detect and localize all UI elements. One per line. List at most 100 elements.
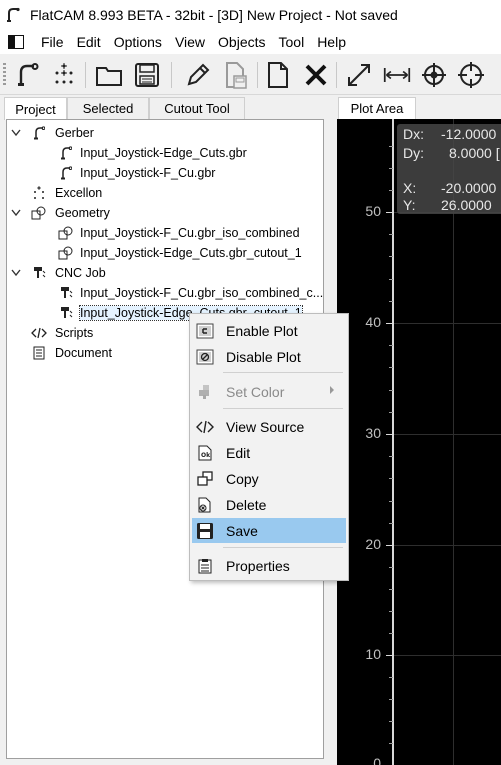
y-minor-tick	[389, 699, 393, 700]
target-icon[interactable]	[420, 61, 448, 89]
excellon-icon	[31, 185, 47, 201]
tab-selected[interactable]: Selected	[67, 97, 149, 119]
distance-icon[interactable]	[383, 61, 411, 89]
menu-item-label: Save	[226, 522, 258, 539]
pencil-icon[interactable]	[184, 61, 212, 89]
toolbar-separator	[85, 62, 86, 88]
menu-item-view-source[interactable]: View Source	[192, 414, 346, 439]
open-folder-icon[interactable]	[95, 61, 123, 89]
save-icon	[196, 522, 214, 540]
notebook-tabs: Project Selected Cutout Tool	[0, 97, 330, 120]
cnc-job-icon	[58, 285, 74, 301]
menu-file[interactable]: File	[41, 34, 64, 50]
menu-item-save[interactable]: Save	[192, 518, 346, 543]
y-minor-tick	[389, 301, 393, 302]
toolbar-separator	[257, 62, 258, 88]
menu-item-label: Enable Plot	[226, 322, 298, 339]
tree-label-document: Document	[55, 346, 112, 360]
tab-plot-area[interactable]: Plot Area	[338, 97, 416, 119]
y-tick-label: 50	[365, 203, 381, 219]
y-tick-label: 0	[373, 755, 381, 765]
y-minor-tick	[389, 390, 393, 391]
chevron-down-icon[interactable]	[10, 207, 22, 219]
tree-item-cncjob-iso[interactable]: Input_Joystick-F_Cu.gbr_iso_combined_c..…	[7, 283, 323, 303]
y-tick	[386, 434, 393, 435]
tree-item-gerber-edge-cuts[interactable]: Input_Joystick-Edge_Cuts.gbr	[7, 143, 323, 163]
excellon-icon[interactable]	[50, 61, 78, 89]
submenu-arrow-icon	[330, 386, 334, 394]
crosshair-icon[interactable]	[457, 61, 485, 89]
menu-edit[interactable]: Edit	[77, 34, 101, 50]
y-minor-tick	[389, 501, 393, 502]
chevron-down-icon[interactable]	[10, 267, 22, 279]
toolbar	[0, 55, 501, 95]
plot-canvas[interactable]: 50 40 30 20 10 0 Dx: -12.0000 Dy: 8.0000…	[337, 119, 501, 765]
coordinate-readout: Dx: -12.0000 Dy: 8.0000 [ X: -20.0000 Y:…	[397, 124, 501, 214]
menu-view[interactable]: View	[175, 34, 205, 50]
zoom-fit-icon[interactable]	[345, 61, 373, 89]
menu-tool[interactable]: Tool	[279, 34, 305, 50]
tree-label-gerber: Gerber	[55, 126, 94, 140]
dy-value: 8.0000 [	[449, 145, 500, 161]
menu-bar: File Edit Options View Objects Tool Help	[0, 30, 501, 54]
toolbar-grip[interactable]	[3, 63, 6, 87]
tree-group-excellon[interactable]: Excellon	[7, 183, 323, 203]
geometry-icon	[58, 245, 74, 261]
tree-item-geometry-iso[interactable]: Input_Joystick-F_Cu.gbr_iso_combined	[7, 223, 323, 243]
grid-line	[453, 119, 454, 765]
new-file-icon[interactable]	[264, 61, 292, 89]
menu-item-label: Edit	[226, 444, 251, 461]
context-menu: Enable Plot Disable Plot Set Color View …	[189, 313, 349, 581]
svg-text:Ok: Ok	[201, 452, 211, 459]
menu-help[interactable]: Help	[317, 34, 346, 50]
tree-group-geometry[interactable]: Geometry	[7, 203, 323, 223]
menu-item-edit[interactable]: Ok Edit	[192, 440, 346, 465]
y-minor-tick	[389, 611, 393, 612]
dx-label: Dx:	[403, 126, 424, 142]
tree-group-gerber[interactable]: Gerber	[7, 123, 323, 143]
document-icon	[31, 345, 47, 361]
menu-item-properties[interactable]: Properties	[192, 553, 346, 578]
x-value: -20.0000	[441, 180, 497, 196]
dock-toggle-icon[interactable]	[8, 34, 28, 50]
gerber-icon[interactable]	[14, 61, 42, 89]
menu-item-disable-plot[interactable]: Disable Plot	[192, 344, 346, 369]
menu-objects[interactable]: Objects	[218, 34, 265, 50]
menu-item-enable-plot[interactable]: Enable Plot	[192, 318, 346, 343]
menu-options[interactable]: Options	[114, 34, 162, 50]
grid-line	[394, 323, 501, 324]
dx-value: -12.0000	[441, 126, 497, 142]
tab-cutout-tool[interactable]: Cutout Tool	[149, 97, 245, 119]
chevron-down-icon[interactable]	[10, 127, 22, 139]
save-icon[interactable]	[133, 61, 161, 89]
y-minor-tick	[389, 478, 393, 479]
tree-group-cncjob[interactable]: CNC Job	[7, 263, 323, 283]
tree-item-geometry-cutout[interactable]: Input_Joystick-Edge_Cuts.gbr_cutout_1	[7, 243, 323, 263]
tab-project[interactable]: Project	[4, 97, 67, 120]
y-tick-label: 40	[365, 314, 381, 330]
x-label: X:	[403, 180, 417, 196]
menu-item-copy[interactable]: Copy	[192, 466, 346, 491]
tree-label-scripts: Scripts	[55, 326, 94, 340]
tree-label-excellon: Excellon	[55, 186, 103, 200]
y-minor-tick	[389, 721, 393, 722]
grid-line	[394, 434, 501, 435]
menu-item-delete[interactable]: Delete	[192, 492, 346, 517]
menu-item-label: Copy	[226, 470, 259, 487]
y-tick-label: 20	[365, 536, 381, 552]
y-tick	[386, 655, 393, 656]
toolbar-separator	[171, 62, 172, 88]
tree-label-geometry: Geometry	[55, 206, 110, 220]
edit-icon: Ok	[196, 444, 214, 462]
gerber-icon	[58, 145, 74, 161]
menu-item-label: Disable Plot	[226, 348, 301, 365]
delete-x-icon[interactable]	[302, 61, 330, 89]
save-disabled-icon	[222, 61, 250, 89]
tree-item-gerber-f-cu[interactable]: Input_Joystick-F_Cu.gbr	[7, 163, 323, 183]
cnc-job-icon	[58, 305, 74, 321]
gerber-icon	[31, 125, 47, 141]
y-minor-tick	[389, 633, 393, 634]
y-minor-tick	[389, 677, 393, 678]
y-minor-tick	[389, 234, 393, 235]
y-label: Y:	[403, 197, 416, 213]
